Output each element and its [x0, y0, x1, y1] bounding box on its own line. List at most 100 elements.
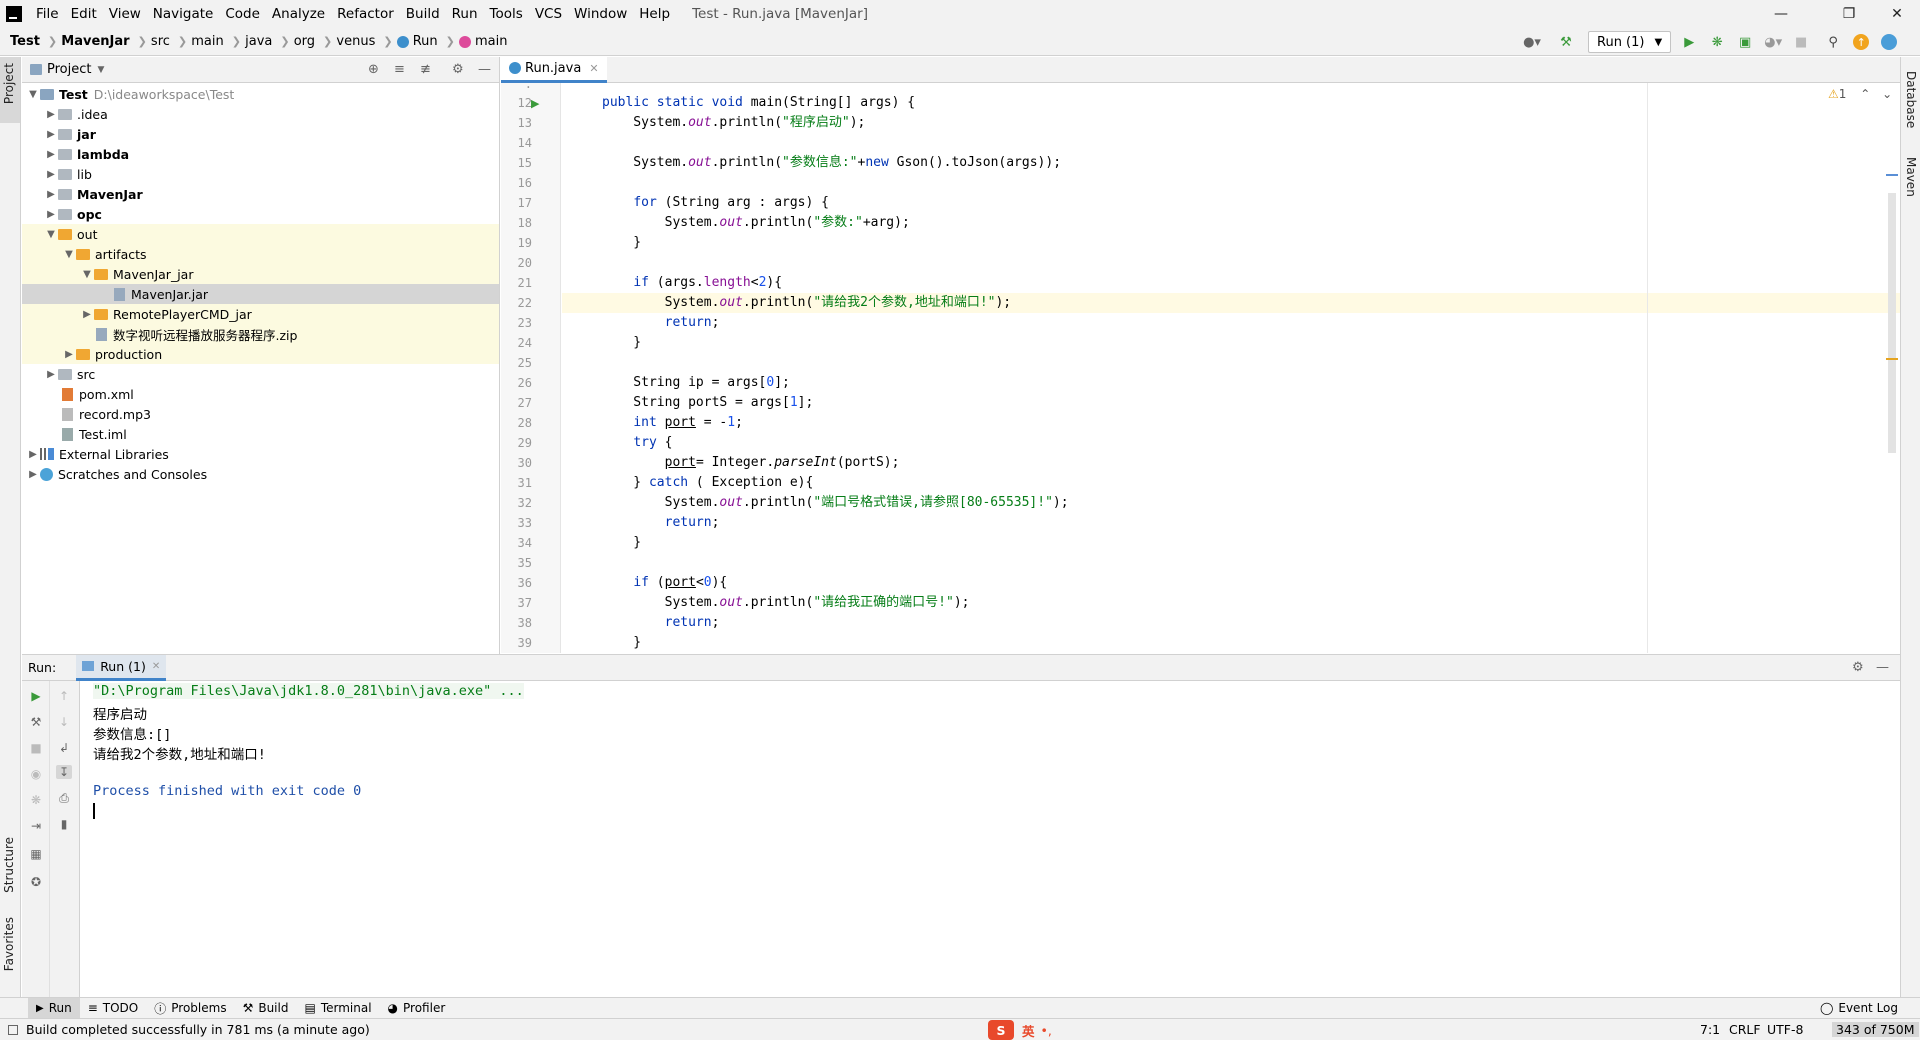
menu-tools[interactable]: Tools — [484, 6, 529, 22]
structure-tool-button[interactable]: Structure — [2, 837, 16, 893]
code-editor[interactable]: public static void main(String[] args) {… — [562, 83, 1900, 653]
scroll-to-end-icon[interactable]: ↧ — [56, 765, 72, 779]
tree-item[interactable]: ▼ artifacts — [22, 244, 499, 264]
collapse-all-icon[interactable]: ≢ — [420, 62, 431, 77]
run-configuration-select[interactable]: Run (1) ▼ — [1588, 31, 1672, 53]
restore-icon[interactable]: ❐ — [1826, 0, 1872, 28]
todo-tool-tab[interactable]: ≡ TODO — [80, 998, 147, 1019]
chevron-right-icon[interactable]: ▶ — [44, 189, 58, 200]
stop-icon[interactable]: ■ — [1793, 34, 1809, 50]
build-hammer-icon[interactable]: ⚒ — [1558, 34, 1574, 50]
debug-icon[interactable]: ❋ — [1709, 34, 1725, 50]
tree-item[interactable]: ▶ MavenJar — [22, 184, 499, 204]
menu-analyze[interactable]: Analyze — [266, 6, 331, 22]
chevron-down-icon[interactable]: ⌄ — [1882, 87, 1892, 101]
chevron-right-icon[interactable]: ▶ — [26, 469, 40, 480]
pin-icon[interactable]: ✪ — [28, 875, 44, 889]
tree-item[interactable]: record.mp3 — [22, 404, 499, 424]
chevron-down-icon[interactable]: ▼ — [80, 269, 94, 280]
warnings-indicator[interactable]: ⚠1 ⌃ ⌄ — [1828, 87, 1892, 101]
editor-tab-run-java[interactable]: Run.java ✕ — [501, 56, 607, 83]
menu-vcs[interactable]: VCS — [529, 6, 568, 22]
locate-icon[interactable]: ⊕ — [368, 62, 379, 77]
tree-item[interactable]: ▼ MavenJar_jar — [22, 264, 499, 284]
menu-help[interactable]: Help — [633, 6, 676, 22]
menu-view[interactable]: View — [103, 6, 147, 22]
run-icon[interactable]: ▶ — [1681, 34, 1697, 50]
breadcrumb-org[interactable]: org — [294, 34, 315, 49]
menu-navigate[interactable]: Navigate — [147, 6, 220, 22]
chevron-down-icon[interactable]: ▼ — [44, 229, 58, 240]
update-icon[interactable]: ↑ — [1853, 34, 1870, 50]
close-tab-icon[interactable]: ✕ — [589, 62, 598, 75]
gear-icon[interactable]: ⚙ — [1852, 660, 1864, 675]
tree-item[interactable]: ▶ .idea — [22, 104, 499, 124]
menu-refactor[interactable]: Refactor — [331, 6, 400, 22]
arrow-up-icon[interactable]: ↑ — [56, 689, 72, 703]
breadcrumb-run[interactable]: Run — [413, 34, 438, 49]
chevron-down-icon[interactable]: ▼ — [62, 249, 76, 260]
breadcrumb-venus[interactable]: venus — [336, 34, 375, 49]
event-log-tool-tab[interactable]: ◯ Event Log — [1812, 998, 1906, 1019]
close-icon[interactable]: ✕ — [1874, 0, 1920, 28]
soft-wrap-icon[interactable]: ↲ — [56, 741, 72, 755]
tree-item[interactable]: ▶ production — [22, 344, 499, 364]
tree-item[interactable]: ▶ RemotePlayerCMD_jar — [22, 304, 499, 324]
print-icon[interactable]: ⎙ — [56, 791, 72, 805]
chevron-right-icon[interactable]: ▶ — [44, 369, 58, 380]
stop-icon[interactable]: ■ — [28, 741, 44, 755]
warning-marker[interactable] — [1886, 358, 1898, 360]
chevron-right-icon[interactable]: ▶ — [62, 349, 76, 360]
chevron-right-icon[interactable]: ▶ — [44, 109, 58, 120]
chevron-down-icon[interactable]: ▼ — [26, 89, 40, 100]
tree-item[interactable]: 数字视听远程播放服务器程序.zip — [22, 324, 499, 344]
settings-icon[interactable]: ❋ — [28, 793, 44, 807]
status-message[interactable]: Build completed successfully in 781 ms (… — [26, 1022, 370, 1037]
close-tab-icon[interactable]: ✕ — [152, 661, 160, 672]
menu-window[interactable]: Window — [568, 6, 633, 22]
camera-icon[interactable]: ◉ — [28, 767, 44, 781]
menu-file[interactable]: File — [30, 6, 65, 22]
chevron-right-icon[interactable]: ▶ — [44, 149, 58, 160]
run-tool-tab[interactable]: ▶ Run — [28, 997, 80, 1019]
tree-item[interactable]: ▼ out — [22, 224, 499, 244]
problems-tool-tab[interactable]: ⓘ Problems — [146, 998, 234, 1019]
database-tool-button[interactable]: Database — [1904, 71, 1918, 128]
console-output[interactable]: "D:\Program Files\Java\jdk1.8.0_281\bin\… — [81, 681, 1900, 997]
rerun-icon[interactable]: ▶ — [28, 689, 44, 703]
run-gutter-icon[interactable]: ▶ — [531, 97, 539, 110]
menu-build[interactable]: Build — [400, 6, 446, 22]
tree-item[interactable]: ▼ Test D:\ideaworkspace\Test — [22, 84, 499, 104]
chevron-down-icon[interactable]: ▼ — [97, 65, 104, 75]
hide-icon[interactable]: — — [1876, 660, 1889, 675]
editor-scrollbar[interactable] — [1888, 193, 1896, 453]
breadcrumb-method-main[interactable]: main — [475, 34, 507, 49]
tree-item[interactable]: pom.xml — [22, 384, 499, 404]
tree-item[interactable]: ▶ jar — [22, 124, 499, 144]
maven-tool-button[interactable]: Maven — [1904, 157, 1918, 197]
chevron-right-icon[interactable]: ▶ — [26, 449, 40, 460]
cursor-position[interactable]: 7:1 — [1700, 1022, 1720, 1037]
plugin-icon[interactable] — [1881, 34, 1898, 50]
menu-code[interactable]: Code — [219, 6, 266, 22]
minimize-icon[interactable]: — — [1758, 0, 1804, 28]
project-view-select[interactable]: Project — [47, 62, 91, 77]
coverage-icon[interactable]: ▣ — [1737, 34, 1753, 50]
tree-item[interactable]: ▶ Scratches and Consoles — [22, 464, 499, 484]
chevron-right-icon[interactable]: ▶ — [44, 209, 58, 220]
menu-edit[interactable]: Edit — [65, 6, 103, 22]
file-encoding[interactable]: UTF-8 — [1767, 1022, 1803, 1037]
exit-icon[interactable]: ⇥ — [28, 819, 44, 833]
chevron-right-icon[interactable]: ▶ — [80, 309, 94, 320]
menu-run[interactable]: Run — [446, 6, 484, 22]
arrow-down-icon[interactable]: ↓ — [56, 715, 72, 729]
tree-item[interactable]: Test.iml — [22, 424, 499, 444]
tree-item-selected[interactable]: MavenJar.jar — [22, 284, 499, 304]
breadcrumb-java[interactable]: java — [245, 34, 272, 49]
hide-icon[interactable]: — — [478, 62, 491, 77]
terminal-tool-tab[interactable]: ▤ Terminal — [296, 998, 379, 1019]
chevron-right-icon[interactable]: ▶ — [44, 169, 58, 180]
profiler-tool-tab[interactable]: ◕ Profiler — [380, 998, 454, 1019]
chevron-right-icon[interactable]: ▶ — [44, 129, 58, 140]
breadcrumb-main[interactable]: main — [191, 34, 223, 49]
